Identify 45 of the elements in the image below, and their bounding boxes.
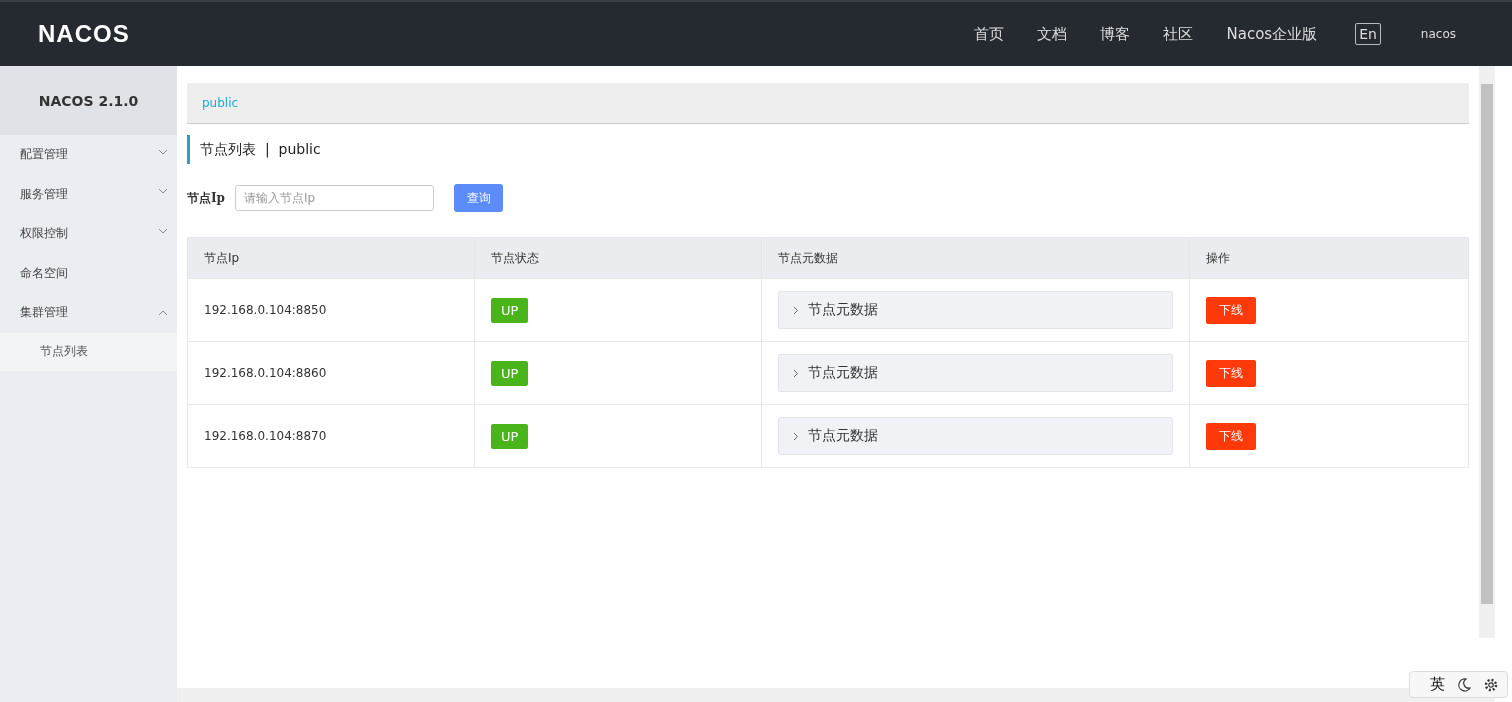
chevron-icon xyxy=(793,368,799,378)
status-tag: UP xyxy=(491,360,529,386)
chevron-icon xyxy=(158,148,168,155)
ip-input-field[interactable]: 请输入节点Ip xyxy=(235,185,434,211)
menu-item[interactable]: 命名空间 xyxy=(0,253,177,293)
chevron-icon xyxy=(158,188,168,195)
menu-item[interactable]: 配置管理 xyxy=(0,135,177,175)
vertical-scrollbar[interactable] xyxy=(1479,66,1495,638)
metadata-collapse[interactable]: 节点元数据 xyxy=(778,291,1173,329)
nav-link[interactable]: 首页 xyxy=(974,24,1005,44)
language-button[interactable]: En xyxy=(1355,23,1381,45)
status-tag: UP xyxy=(491,423,529,449)
menu-item[interactable]: 权限控制 xyxy=(0,214,177,254)
metadata-collapse[interactable]: 节点元数据 xyxy=(778,417,1173,455)
chevron-icon xyxy=(158,227,168,234)
nav-link[interactable]: Nacos企业版 xyxy=(1226,24,1318,44)
nav-link[interactable]: 社区 xyxy=(1163,24,1194,44)
column-header: 操作 xyxy=(1189,237,1469,279)
column-header: 节点状态 xyxy=(474,237,762,279)
offline-button[interactable]: 下线 xyxy=(1206,422,1256,450)
field-label: 节点Ip xyxy=(187,189,225,207)
table-cell: 192.168.0.104:8850 xyxy=(187,278,475,342)
submenu-item[interactable]: 节点列表 xyxy=(0,332,177,371)
offline-button[interactable]: 下线 xyxy=(1206,359,1256,387)
sidebar-title: NACOS 2.1.0 xyxy=(0,66,177,135)
menu-item[interactable]: 集群管理 xyxy=(0,293,177,333)
menu-item[interactable]: 服务管理 xyxy=(0,174,177,214)
nav-link[interactable]: 博客 xyxy=(1100,24,1131,44)
settings-icon[interactable] xyxy=(1483,676,1499,693)
chevron-icon xyxy=(158,309,168,316)
nacos-logo[interactable]: NACOS xyxy=(38,20,130,48)
ime-mode-button[interactable]: 英 xyxy=(1430,675,1445,694)
user-name[interactable]: nacos xyxy=(1420,27,1456,41)
table-cell: 192.168.0.104:8870 xyxy=(187,404,475,468)
offline-button[interactable]: 下线 xyxy=(1206,296,1256,324)
moon-icon[interactable] xyxy=(1457,677,1471,692)
chevron-icon xyxy=(793,431,799,441)
table-cell: 192.168.0.104:8860 xyxy=(187,341,475,405)
metadata-collapse[interactable]: 节点元数据 xyxy=(778,354,1173,392)
nav-link[interactable]: 文档 xyxy=(1037,24,1068,44)
status-tag: UP xyxy=(491,297,529,323)
column-header: 节点元数据 xyxy=(761,237,1190,279)
chevron-icon xyxy=(793,305,799,315)
page-title: 节点列表 | public xyxy=(187,135,1469,164)
column-header: 节点Ip xyxy=(187,237,475,279)
